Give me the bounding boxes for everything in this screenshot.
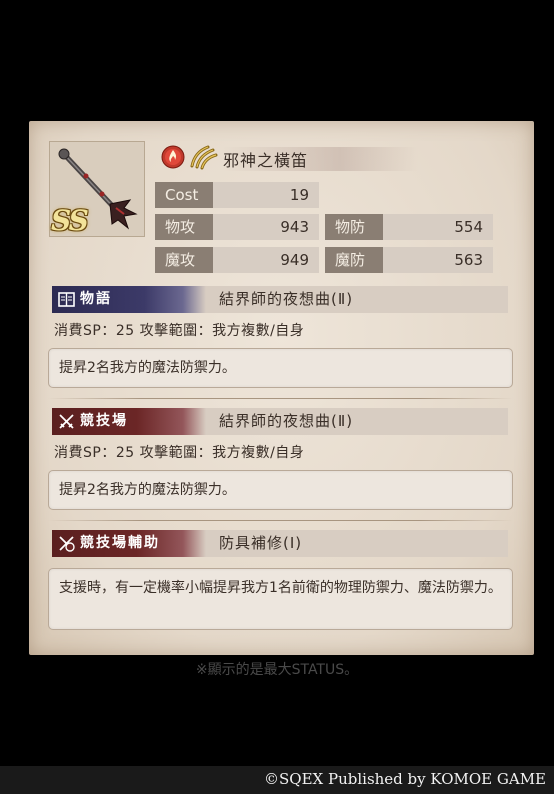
- stat-label: 物防: [325, 214, 383, 240]
- story-skill-header: 物語 結界師的夜想曲(Ⅱ): [52, 286, 508, 313]
- stat-magic-attack: 魔攻 949: [155, 247, 319, 273]
- skill-name: 結界師的夜想曲(Ⅱ): [219, 290, 354, 308]
- skill-description: 支援時，有一定機率小幅提昇我方1名前衛的物理防禦力、魔法防禦力。: [48, 568, 513, 630]
- stat-value: 554: [454, 218, 483, 236]
- stat-label: 魔防: [325, 247, 383, 273]
- support-swords-icon: [59, 536, 75, 552]
- stat-value: 19: [289, 186, 309, 204]
- max-status-note: ※顯示的是最大STATUS。: [195, 662, 359, 678]
- skill-description: 提昇2名我方的魔法防禦力。: [48, 470, 513, 510]
- rank-badge: SS: [51, 204, 89, 237]
- arena-support-tag: 競技場輔助: [52, 530, 206, 557]
- weapon-detail-card: SS 邪神之橫笛 Cost 19 物攻 943 物防 554 魔攻 949 魔防: [29, 121, 534, 655]
- skill-description-text: 提昇2名我方的魔法防禦力。: [59, 360, 236, 376]
- copyright-bar: ©SQEX Published by KOMOE GAME: [0, 766, 554, 794]
- section-tag-label: 物語: [80, 291, 112, 307]
- skill-name: 結界師的夜想曲(Ⅱ): [219, 412, 354, 430]
- stat-physical-defense: 物防 554: [325, 214, 493, 240]
- arena-skill-header: 競技場 結界師的夜想曲(Ⅱ): [52, 408, 508, 435]
- copyright-text: ©SQEX Published by KOMOE GAME: [264, 770, 546, 788]
- story-tag: 物語: [52, 286, 206, 313]
- stat-label: Cost: [155, 182, 213, 208]
- stat-magic-defense: 魔防 563: [325, 247, 493, 273]
- stat-physical-attack: 物攻 943: [155, 214, 319, 240]
- skill-description: 提昇2名我方的魔法防禦力。: [48, 348, 513, 388]
- skill-name: 防具補修(Ⅰ): [219, 534, 303, 552]
- weapon-name: 邪神之橫笛: [223, 147, 419, 171]
- weapon-name-row: 邪神之橫笛: [161, 144, 471, 171]
- stat-value: 949: [280, 251, 309, 269]
- book-icon: [58, 292, 75, 307]
- section-tag-label: 競技場輔助: [80, 535, 160, 551]
- stat-cost: Cost 19: [155, 182, 319, 208]
- fire-element-icon: [161, 145, 185, 169]
- skill-sp-range: 消費SP：25 攻擊範圍：我方複數/自身: [54, 445, 305, 461]
- section-tag-label: 競技場: [80, 413, 128, 429]
- stat-label: 物攻: [155, 214, 213, 240]
- stat-value: 943: [280, 218, 309, 236]
- skill-sp-range: 消費SP：25 攻擊範圍：我方複數/自身: [54, 323, 305, 339]
- claw-weapon-icon: [190, 145, 218, 170]
- stat-label: 魔攻: [155, 247, 213, 273]
- divider: [48, 398, 513, 399]
- arena-tag: 競技場: [52, 408, 206, 435]
- stat-value: 563: [454, 251, 483, 269]
- crossed-swords-icon: [59, 414, 74, 429]
- skill-description-text: 提昇2名我方的魔法防禦力。: [59, 482, 236, 498]
- divider: [48, 520, 513, 521]
- arena-support-skill-header: 競技場輔助 防具補修(Ⅰ): [52, 530, 508, 557]
- skill-description-text: 支援時，有一定機率小幅提昇我方1名前衛的物理防禦力、魔法防禦力。: [59, 580, 502, 596]
